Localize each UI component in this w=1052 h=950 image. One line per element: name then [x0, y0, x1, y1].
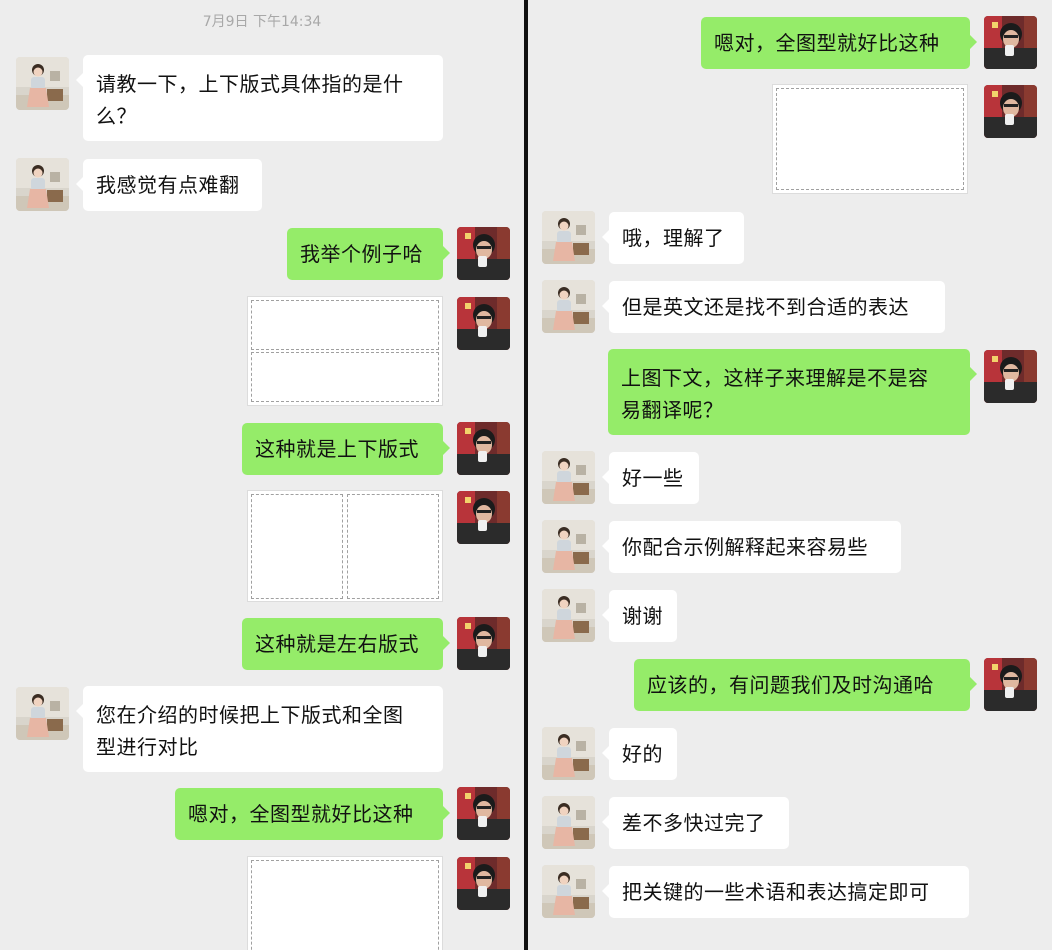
message-incoming[interactable]: 您在介绍的时候把上下版式和全图 型进行对比 [76, 686, 443, 772]
layout-block-right [347, 494, 439, 599]
layout-block-left [251, 494, 343, 599]
message-outgoing[interactable]: 我举个例子哈 [287, 228, 450, 280]
message-incoming[interactable]: 我感觉有点难翻 [76, 159, 262, 211]
message-incoming[interactable]: 好一些 [602, 452, 699, 504]
message-incoming[interactable]: 哦，理解了 [602, 212, 744, 264]
message-incoming[interactable]: 你配合示例解释起来容易些 [602, 521, 901, 573]
chat-panel-right: 嗯对，全图型就好比这种 哦，理解了 但是英文还是找不到合适的表达 上图下文，这样… [528, 0, 1052, 950]
message-incoming[interactable]: 把关键的一些术语和表达搞定即可 [602, 866, 969, 918]
chat-timestamp: 7月9日 下午14:34 [202, 14, 322, 30]
message-outgoing[interactable]: 这种就是左右版式 [242, 618, 450, 670]
user-avatar[interactable] [457, 617, 510, 670]
message-incoming[interactable]: 请教一下，上下版式具体指的是什 么？ [76, 55, 443, 141]
message-incoming[interactable]: 差不多快过完了 [602, 797, 789, 849]
user-avatar[interactable] [457, 422, 510, 475]
user-avatar[interactable] [457, 787, 510, 840]
layout-block-full [776, 88, 964, 190]
contact-avatar[interactable] [542, 589, 595, 642]
message-incoming[interactable]: 但是英文还是找不到合适的表达 [602, 281, 945, 333]
message-outgoing[interactable]: 嗯对，全图型就好比这种 [701, 17, 977, 69]
user-avatar[interactable] [457, 227, 510, 280]
contact-avatar[interactable] [16, 158, 69, 211]
message-text-line: 您在介绍的时候把上下版式和全图 [96, 703, 404, 727]
message-outgoing[interactable]: 这种就是上下版式 [242, 423, 450, 475]
message-text-line: 易翻译呢？ [621, 398, 724, 422]
contact-avatar[interactable] [542, 796, 595, 849]
message-text-line: 么？ [96, 104, 137, 128]
contact-avatar[interactable] [16, 57, 69, 110]
contact-avatar[interactable] [542, 727, 595, 780]
contact-avatar[interactable] [542, 865, 595, 918]
message-outgoing[interactable]: 上图下文，这样子来理解是不是容 易翻译呢？ [608, 349, 977, 435]
contact-avatar[interactable] [542, 211, 595, 264]
contact-avatar[interactable] [542, 520, 595, 573]
chat-panel-left: 7月9日 下午14:34 请教一下，上下版式具体指的是什 么？ 我感觉有点难翻 … [0, 0, 524, 950]
user-avatar[interactable] [984, 85, 1037, 138]
message-incoming[interactable]: 好的 [602, 728, 677, 780]
user-avatar[interactable] [457, 857, 510, 910]
image-message-top-bottom-layout[interactable] [247, 296, 443, 406]
layout-block-top [251, 300, 439, 350]
contact-avatar[interactable] [542, 280, 595, 333]
layout-block-bottom [251, 352, 439, 402]
user-avatar[interactable] [457, 297, 510, 350]
message-text-line: 型进行对比 [96, 735, 199, 759]
message-incoming[interactable]: 谢谢 [602, 590, 677, 642]
image-message-left-right-layout[interactable] [247, 490, 443, 602]
contact-avatar[interactable] [542, 451, 595, 504]
image-message-full-image-layout[interactable] [772, 84, 968, 194]
message-text-line: 请教一下，上下版式具体指的是什 [96, 72, 404, 96]
message-outgoing[interactable]: 应该的，有问题我们及时沟通哈 [634, 659, 977, 711]
user-avatar[interactable] [984, 350, 1037, 403]
message-text-line: 上图下文，这样子来理解是不是容 [621, 366, 929, 390]
layout-block-full [251, 860, 439, 950]
image-message-full-image-layout[interactable] [247, 856, 443, 950]
user-avatar[interactable] [984, 658, 1037, 711]
user-avatar[interactable] [984, 16, 1037, 69]
user-avatar[interactable] [457, 491, 510, 544]
contact-avatar[interactable] [16, 687, 69, 740]
message-outgoing[interactable]: 嗯对，全图型就好比这种 [175, 788, 450, 840]
